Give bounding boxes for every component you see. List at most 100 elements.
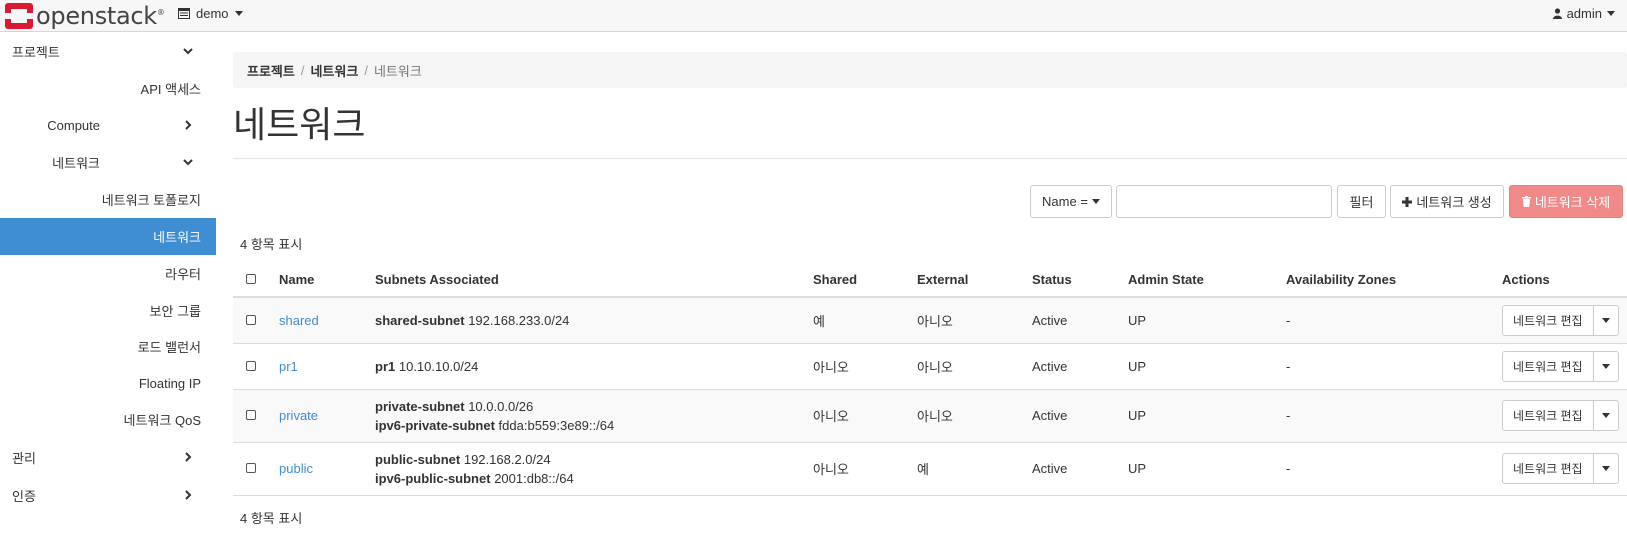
chevron-down-icon — [1601, 413, 1610, 418]
edit-network-button[interactable]: 네트워크 편집 — [1503, 454, 1594, 483]
row-actions-dropdown[interactable] — [1594, 401, 1618, 430]
external-cell: 아니오 — [917, 343, 1032, 390]
column-header-availability-zones[interactable]: Availability Zones — [1286, 262, 1502, 298]
chevron-down-icon — [234, 11, 243, 16]
sidebar-item-networks[interactable]: 네트워크 — [0, 218, 216, 255]
sidebar-item-label: 관리 — [12, 451, 36, 466]
row-action-group: 네트워크 편집 — [1502, 304, 1619, 336]
title-divider — [233, 158, 1627, 159]
sidebar-item-compute[interactable]: Compute — [0, 107, 216, 144]
sidebar-item-label: 네트워크 — [52, 156, 100, 171]
row-action-group: 네트워크 편집 — [1502, 453, 1619, 484]
item-count-top: 4 항목 표시 — [240, 237, 303, 252]
table-row: private private-subnet 10.0.0.0/26 ipv6-… — [233, 389, 1627, 443]
openstack-logo[interactable]: openstack® — [5, 2, 165, 30]
project-selector[interactable]: demo — [178, 6, 243, 21]
openstack-logo-icon — [5, 3, 33, 29]
subnet-name: ipv6-public-subnet — [375, 470, 491, 486]
column-header-name[interactable]: Name — [279, 262, 375, 298]
select-all-checkbox[interactable] — [246, 273, 256, 284]
breadcrumb-item-project[interactable]: 프로젝트 — [247, 61, 295, 80]
filter-field-label: Name = — [1042, 194, 1088, 209]
network-name-link[interactable]: public — [279, 461, 313, 476]
shared-cell: 아니오 — [813, 343, 917, 390]
admin-state-cell: UP — [1128, 389, 1286, 443]
network-name-link[interactable]: private — [279, 408, 318, 423]
breadcrumb: 프로젝트 / 네트워크 / 네트워크 — [233, 52, 1627, 88]
subnet-entry: public-subnet 192.168.2.0/24 — [375, 452, 813, 467]
subnet-cidr: 2001:db8::/64 — [494, 470, 574, 486]
create-network-button[interactable]: 네트워크 생성 — [1390, 185, 1504, 218]
column-header-external[interactable]: External — [917, 262, 1032, 298]
subnet-entry: ipv6-public-subnet 2001:db8::/64 — [375, 471, 813, 486]
subnet-cidr: 10.0.0.0/26 — [468, 398, 534, 414]
column-header-subnets[interactable]: Subnets Associated — [375, 262, 813, 298]
chevron-right-icon — [185, 120, 192, 130]
column-header-actions: Actions — [1502, 262, 1627, 298]
external-cell: 아니오 — [917, 389, 1032, 443]
project-icon — [178, 8, 190, 19]
sidebar-item-api-access[interactable]: API 액세스 — [0, 70, 216, 107]
edit-network-button[interactable]: 네트워크 편집 — [1503, 401, 1594, 430]
subnet-name: pr1 — [375, 358, 396, 374]
filter-field-select[interactable]: Name = — [1030, 185, 1112, 218]
sidebar-item-identity[interactable]: 인증 — [0, 477, 216, 514]
row-checkbox[interactable] — [246, 463, 256, 473]
sidebar-item-security-groups[interactable]: 보안 그룹 — [0, 292, 216, 329]
user-menu[interactable]: admin — [1552, 6, 1615, 21]
admin-state-cell: UP — [1128, 442, 1286, 496]
network-name-link[interactable]: shared — [279, 313, 319, 328]
external-cell: 예 — [917, 442, 1032, 496]
sidebar-item-label: 라우터 — [165, 267, 201, 282]
row-action-group: 네트워크 편집 — [1502, 400, 1619, 431]
sidebar-item-admin[interactable]: 관리 — [0, 439, 216, 476]
subnet-name: ipv6-private-subnet — [375, 417, 495, 433]
delete-networks-button[interactable]: 네트워크 삭제 — [1509, 185, 1623, 218]
status-cell: Active — [1032, 343, 1128, 390]
sidebar-item-project[interactable]: 프로젝트 — [0, 33, 216, 70]
column-header-shared[interactable]: Shared — [813, 262, 917, 298]
item-count-bottom: 4 항목 표시 — [240, 511, 303, 526]
edit-network-button[interactable]: 네트워크 편집 — [1503, 305, 1594, 335]
chevron-right-icon — [185, 490, 192, 500]
sidebar-item-label: Floating IP — [138, 376, 201, 391]
table-header-row: Name Subnets Associated Shared External … — [233, 262, 1627, 298]
sidebar-item-load-balancers[interactable]: 로드 밸런서 — [0, 328, 216, 365]
table-row: pr1 pr1 10.10.10.0/24 아니오 아니오 Active UP … — [233, 343, 1627, 390]
column-header-status[interactable]: Status — [1032, 262, 1128, 298]
row-checkbox[interactable] — [246, 360, 256, 371]
admin-state-cell: UP — [1128, 297, 1286, 344]
row-actions-dropdown[interactable] — [1594, 352, 1618, 381]
row-actions-dropdown[interactable] — [1594, 306, 1618, 335]
networks-table: Name Subnets Associated Shared External … — [233, 262, 1627, 496]
sidebar-item-network-topology[interactable]: 네트워크 토폴로지 — [0, 181, 216, 218]
chevron-right-icon — [185, 452, 192, 462]
availability-zones-cell: - — [1286, 389, 1502, 443]
sidebar-item-routers[interactable]: 라우터 — [0, 255, 216, 292]
edit-network-button[interactable]: 네트워크 편집 — [1503, 351, 1594, 381]
delete-networks-label: 네트워크 삭제 — [1534, 195, 1611, 210]
shared-cell: 예 — [813, 297, 917, 344]
filter-input[interactable] — [1116, 185, 1332, 218]
column-header-admin-state[interactable]: Admin State — [1128, 262, 1286, 298]
subnet-cidr: 10.10.10.0/24 — [398, 358, 479, 374]
sidebar-item-network-group[interactable]: 네트워크 — [0, 144, 216, 181]
sidebar-item-network-qos[interactable]: 네트워크 QoS — [0, 401, 216, 438]
subnets-cell: shared-subnet 192.168.233.0/24 — [375, 297, 813, 344]
subnet-entry: ipv6-private-subnet fdda:b559:3e89::/64 — [375, 418, 813, 433]
subnet-entry: private-subnet 10.0.0.0/26 — [375, 399, 813, 414]
row-actions-dropdown[interactable] — [1594, 454, 1618, 483]
breadcrumb-item-network[interactable]: 네트워크 — [310, 61, 358, 80]
row-checkbox[interactable] — [246, 314, 256, 325]
user-name: admin — [1566, 6, 1602, 21]
row-checkbox[interactable] — [246, 410, 256, 420]
sidebar-item-label: Compute — [47, 118, 100, 133]
filter-button-label: 필터 — [1349, 195, 1374, 210]
sidebar-item-floating-ips[interactable]: Floating IP — [0, 365, 216, 402]
sidebar-item-label: 프로젝트 — [12, 45, 60, 60]
sidebar-item-label: 보안 그룹 — [149, 304, 201, 319]
table-row: public public-subnet 192.168.2.0/24 ipv6… — [233, 442, 1627, 496]
network-name-link[interactable]: pr1 — [279, 359, 298, 374]
sidebar-item-label: 네트워크 — [153, 230, 201, 245]
filter-button[interactable]: 필터 — [1337, 185, 1386, 218]
